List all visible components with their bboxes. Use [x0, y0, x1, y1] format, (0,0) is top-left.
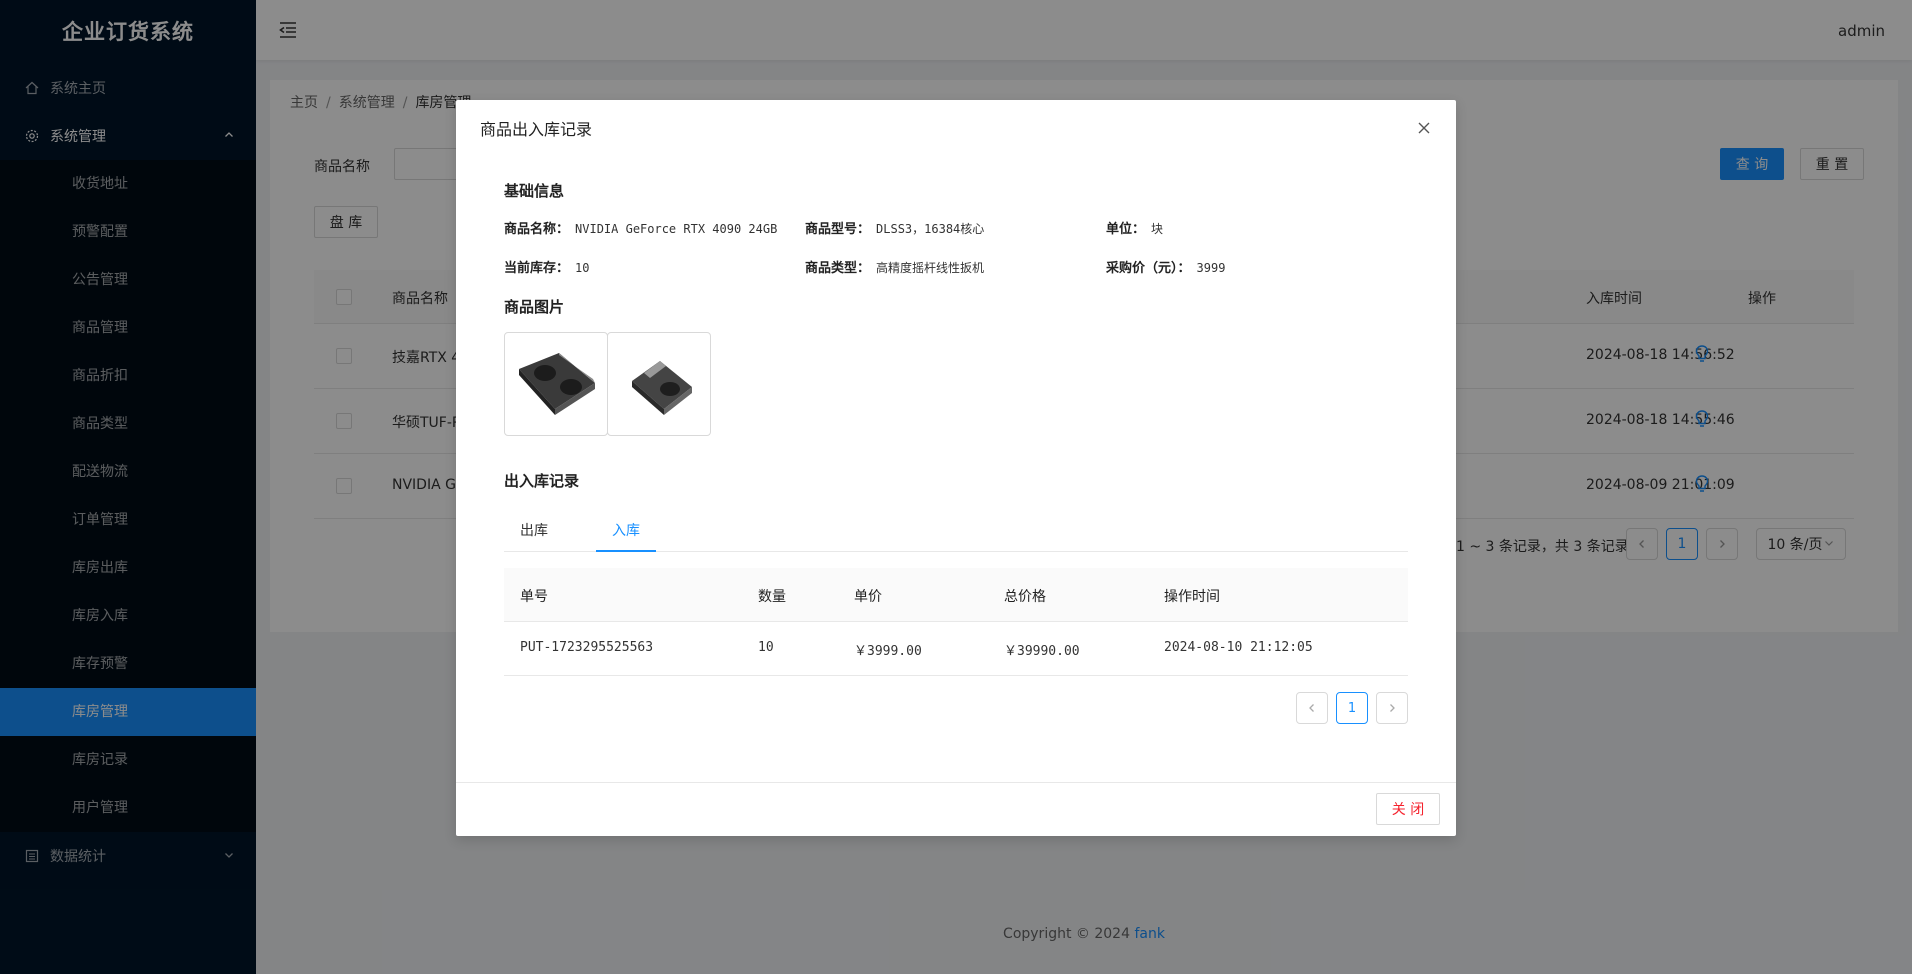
info-type: 商品类型： 高精度摇杆线性扳机 — [805, 257, 984, 276]
info-name-value: NVIDIA GeForce RTX 4090 24GB — [575, 222, 778, 236]
column-total: 总价格 — [1004, 589, 1046, 605]
info-stock: 当前库存： 10 — [504, 257, 589, 276]
records-title: 出入库记录 — [504, 472, 580, 490]
column-no: 单号 — [520, 589, 548, 605]
info-unit: 单位： 块 — [1106, 218, 1163, 237]
info-type-value: 高精度摇杆线性扳机 — [876, 261, 985, 275]
info-stock-value: 10 — [575, 261, 590, 275]
product-image-1[interactable] — [504, 332, 608, 436]
info-stock-label: 当前库存： — [504, 261, 570, 276]
info-name-label: 商品名称： — [504, 222, 570, 237]
record-table-header: 单号 数量 单价 总价格 操作时间 — [504, 568, 1408, 622]
modal-header: 商品出入库记录 — [456, 100, 1456, 156]
table-row: PUT-1723295525563 10 ￥3999.00 ￥39990.00 … — [504, 622, 1408, 676]
modal-next-page-icon[interactable] — [1376, 692, 1408, 724]
cell-qty: 10 — [758, 640, 774, 655]
info-model-label: 商品型号： — [805, 222, 871, 237]
image-title: 商品图片 — [504, 298, 565, 316]
product-image-2[interactable] — [607, 332, 711, 436]
gpu-image — [632, 361, 692, 415]
tab-out[interactable]: 出库 — [520, 520, 548, 540]
gpu-image — [519, 353, 595, 415]
info-model: 商品型号： DLSS3，16384核心 — [805, 218, 984, 237]
modal-title: 商品出入库记录 — [480, 120, 593, 139]
modal-footer: 关 闭 — [456, 782, 1456, 836]
cell-total: ￥39990.00 — [1004, 644, 1080, 659]
record-tabs: 出库 入库 — [504, 508, 1408, 552]
info-price-label: 采购价（元）： — [1106, 261, 1191, 276]
modal-prev-page-icon[interactable] — [1296, 692, 1328, 724]
cell-no: PUT-1723295525563 — [520, 640, 654, 655]
info-model-value: DLSS3，16384核心 — [876, 222, 985, 236]
info-price: 采购价（元）： 3999 — [1106, 257, 1225, 276]
basic-info-title: 基础信息 — [504, 182, 565, 200]
tab-in[interactable]: 入库 — [612, 520, 640, 540]
close-icon[interactable] — [1412, 116, 1436, 140]
close-button[interactable]: 关 闭 — [1376, 793, 1440, 825]
tab-ink-bar — [596, 550, 656, 552]
stock-record-modal: 商品出入库记录 基础信息 商品名称： NVIDIA GeForce RTX 409… — [456, 100, 1456, 836]
info-name: 商品名称： NVIDIA GeForce RTX 4090 24GB — [504, 218, 777, 237]
info-type-label: 商品类型： — [805, 261, 871, 276]
cell-op-time: 2024-08-10 21:12:05 — [1164, 640, 1313, 655]
modal-page-button[interactable]: 1 — [1336, 692, 1368, 724]
column-unit-price: 单价 — [854, 589, 882, 605]
info-unit-value: 块 — [1151, 222, 1164, 236]
info-price-value: 3999 — [1196, 261, 1226, 275]
column-qty: 数量 — [758, 589, 786, 605]
column-op-time: 操作时间 — [1164, 589, 1220, 605]
info-unit-label: 单位： — [1106, 222, 1146, 237]
cell-unit-price: ￥3999.00 — [854, 644, 922, 659]
